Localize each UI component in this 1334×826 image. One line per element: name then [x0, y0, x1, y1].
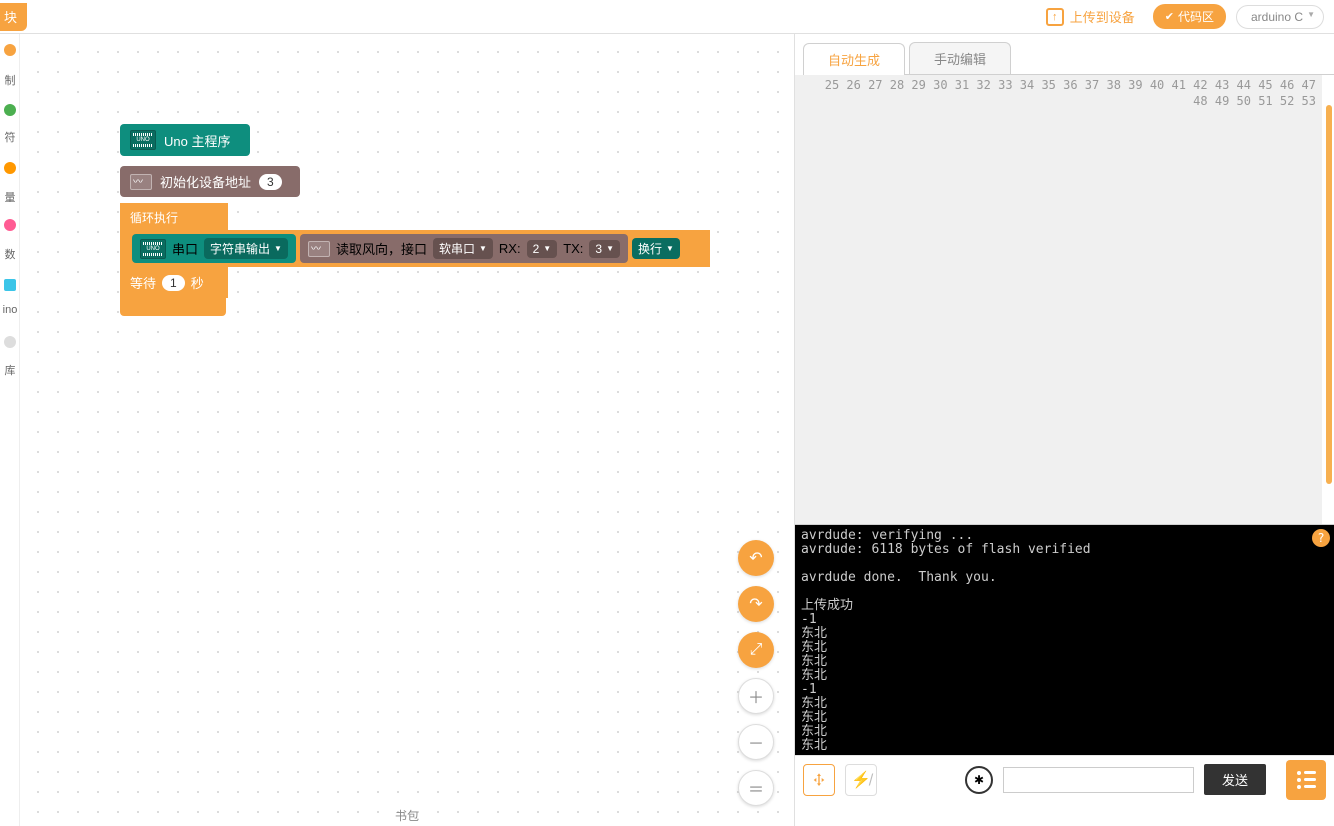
wait-value-input[interactable]: 1: [162, 275, 185, 291]
code-area-label: 代码区: [1178, 8, 1214, 25]
block-uno-main[interactable]: UNO Uno 主程序: [120, 124, 250, 156]
wireless-button[interactable]: ⚡̸: [845, 764, 877, 796]
monitor-icon: ✱: [974, 773, 984, 787]
language-dropdown[interactable]: arduino C: [1236, 5, 1324, 29]
language-label: arduino C: [1251, 10, 1303, 24]
block-label: Uno 主程序: [164, 131, 230, 150]
read-wind-label: 读取风向，接口: [336, 239, 427, 258]
serial-toolbar: ⚡̸ ✱ 发送: [795, 755, 1334, 803]
serial-input[interactable]: [1003, 767, 1194, 793]
cleanup-button[interactable]: ⤢: [738, 632, 774, 668]
backpack-label[interactable]: 书包: [395, 807, 419, 824]
code-editor[interactable]: 25 26 27 28 29 30 31 32 33 34 35 36 37 3…: [795, 75, 1334, 525]
rail-dot[interactable]: [4, 104, 16, 116]
endline-dropdown[interactable]: 换行▼: [632, 238, 680, 259]
output-terminal[interactable]: avrdude: verifying ... avrdude: 6118 byt…: [795, 525, 1334, 755]
block-canvas[interactable]: UNO Uno 主程序 初始化设备地址 3 循环执行 UNO 串口 字符串输出▼: [20, 34, 794, 826]
loop-footer[interactable]: [120, 298, 226, 316]
seconds-label: 秒: [191, 273, 204, 292]
block-wait[interactable]: 等待 1 秒: [120, 267, 228, 298]
rail-item[interactable]: 量: [0, 189, 20, 205]
loop-label: 循环执行: [120, 209, 228, 230]
rail-dot[interactable]: [4, 44, 16, 56]
redo-button[interactable]: ↷: [738, 586, 774, 622]
sensor-icon: [130, 174, 152, 190]
uno-icon: UNO: [140, 239, 166, 259]
block-label: 初始化设备地址: [160, 172, 251, 191]
upload-label: 上传到设备: [1070, 7, 1135, 26]
category-rail: 制 符 量 数 ino 库: [0, 34, 20, 826]
code-area-pill[interactable]: ✔ 代码区: [1153, 4, 1226, 29]
rail-item[interactable]: 库: [0, 362, 20, 378]
canvas-controls: ↶ ↷ ⤢ ＋ － ＝: [738, 540, 774, 806]
usb-button[interactable]: [803, 764, 835, 796]
rail-dot[interactable]: [4, 162, 16, 174]
rx-label: RX:: [499, 241, 521, 256]
upload-to-device-button[interactable]: ↑ 上传到设备: [1038, 3, 1143, 30]
usb-icon: [811, 772, 827, 788]
code-tabs: 自动生成 手动编辑: [803, 42, 1334, 75]
top-toolbar: 块 ↑ 上传到设备 ✔ 代码区 arduino C: [0, 0, 1334, 34]
rail-dot[interactable]: [4, 219, 16, 231]
rail-dot[interactable]: [4, 279, 16, 291]
init-param-input[interactable]: 3: [259, 174, 282, 190]
zoom-in-button[interactable]: ＋: [738, 678, 774, 714]
string-output-dropdown[interactable]: 字符串输出▼: [204, 238, 288, 259]
rail-item[interactable]: 符: [0, 129, 20, 145]
rx-dropdown[interactable]: 2▼: [527, 240, 558, 258]
tab-manual-edit[interactable]: 手动编辑: [909, 42, 1011, 74]
wait-label: 等待: [130, 273, 156, 292]
tx-dropdown[interactable]: 3▼: [589, 240, 620, 258]
serial-menu-button[interactable]: [1286, 760, 1326, 800]
sensor-icon: [308, 241, 330, 257]
help-button[interactable]: ?: [1312, 529, 1330, 547]
serial-label: 串口: [172, 239, 198, 258]
rail-item[interactable]: 制: [0, 72, 20, 88]
rail-dot[interactable]: [4, 336, 16, 348]
block-init-device[interactable]: 初始化设备地址 3: [120, 166, 300, 197]
rail-item[interactable]: 数: [0, 246, 20, 262]
monitor-button[interactable]: ✱: [965, 766, 993, 794]
zoom-reset-button[interactable]: ＝: [738, 770, 774, 806]
zoom-out-button[interactable]: －: [738, 724, 774, 760]
block-loop[interactable]: 循环执行: [120, 203, 228, 230]
upload-icon: ↑: [1046, 8, 1064, 26]
send-button[interactable]: 发送: [1204, 764, 1266, 795]
mode-tab-blocks[interactable]: 块: [0, 3, 27, 31]
undo-button[interactable]: ↶: [738, 540, 774, 576]
wireless-icon: ⚡̸: [851, 770, 871, 790]
uno-icon: UNO: [130, 130, 156, 150]
check-icon: ✔: [1165, 10, 1174, 23]
menu-icon: [1297, 771, 1316, 789]
tx-label: TX:: [563, 241, 583, 256]
scrollbar-indicator[interactable]: [1326, 105, 1332, 484]
tab-auto-generate[interactable]: 自动生成: [803, 43, 905, 75]
soft-serial-dropdown[interactable]: 软串口▼: [433, 238, 493, 259]
rail-item[interactable]: ino: [0, 304, 20, 316]
line-gutter: 25 26 27 28 29 30 31 32 33 34 35 36 37 3…: [795, 75, 1322, 524]
block-serial-print[interactable]: UNO 串口 字符串输出▼ 读取风向，接口 软串口▼ RX: 2▼: [120, 230, 710, 267]
